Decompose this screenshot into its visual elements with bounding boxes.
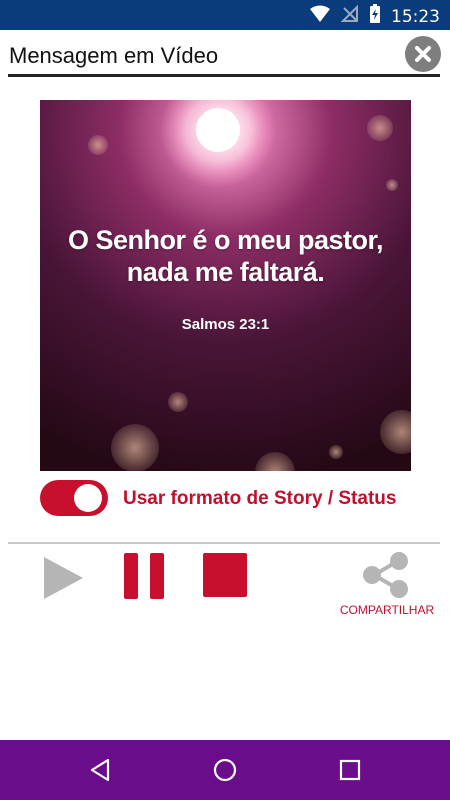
story-format-switch[interactable]: [40, 480, 108, 516]
story-format-label[interactable]: Usar formato de Story / Status: [123, 488, 396, 510]
verse-line-2: nada me faltará.: [126, 257, 325, 287]
title-underline: [8, 74, 440, 77]
play-button[interactable]: [42, 556, 84, 605]
home-icon: [213, 758, 237, 782]
no-signal-icon: [340, 4, 359, 28]
status-time: 15:23: [391, 6, 440, 27]
verse-image: O Senhor é o meu pastor, nada me faltará…: [40, 100, 411, 471]
status-bar: 15:23: [0, 0, 450, 30]
back-button[interactable]: [84, 754, 116, 786]
back-icon: [90, 758, 110, 782]
stop-button[interactable]: [203, 553, 247, 602]
pause-button[interactable]: [124, 553, 164, 604]
wifi-icon: [309, 5, 331, 28]
verse-text: O Senhor é o meu pastor, nada me faltará…: [40, 224, 411, 288]
share-button[interactable]: [362, 552, 410, 603]
page-title: Mensagem em Vídeo: [9, 43, 219, 68]
pause-icon: [124, 553, 164, 599]
share-label[interactable]: COMPARTILHAR: [335, 603, 439, 617]
play-icon: [44, 557, 83, 599]
header: Mensagem em Vídeo: [0, 30, 450, 78]
share-icon: [363, 552, 408, 598]
home-button[interactable]: [209, 754, 241, 786]
story-format-toggle-row: Usar formato de Story / Status: [40, 478, 440, 518]
switch-knob: [74, 484, 102, 512]
recents-icon: [339, 759, 361, 781]
battery-charging-icon: [369, 4, 381, 29]
recents-button[interactable]: [334, 754, 366, 786]
close-icon: [415, 46, 431, 62]
stop-icon: [203, 553, 247, 597]
divider: [8, 542, 440, 544]
status-icons: 15:23: [309, 4, 440, 29]
close-button[interactable]: [405, 36, 441, 72]
navigation-bar: [0, 740, 450, 800]
verse-line-1: O Senhor é o meu pastor,: [67, 225, 384, 255]
verse-reference: Salmos 23:1: [181, 316, 270, 333]
